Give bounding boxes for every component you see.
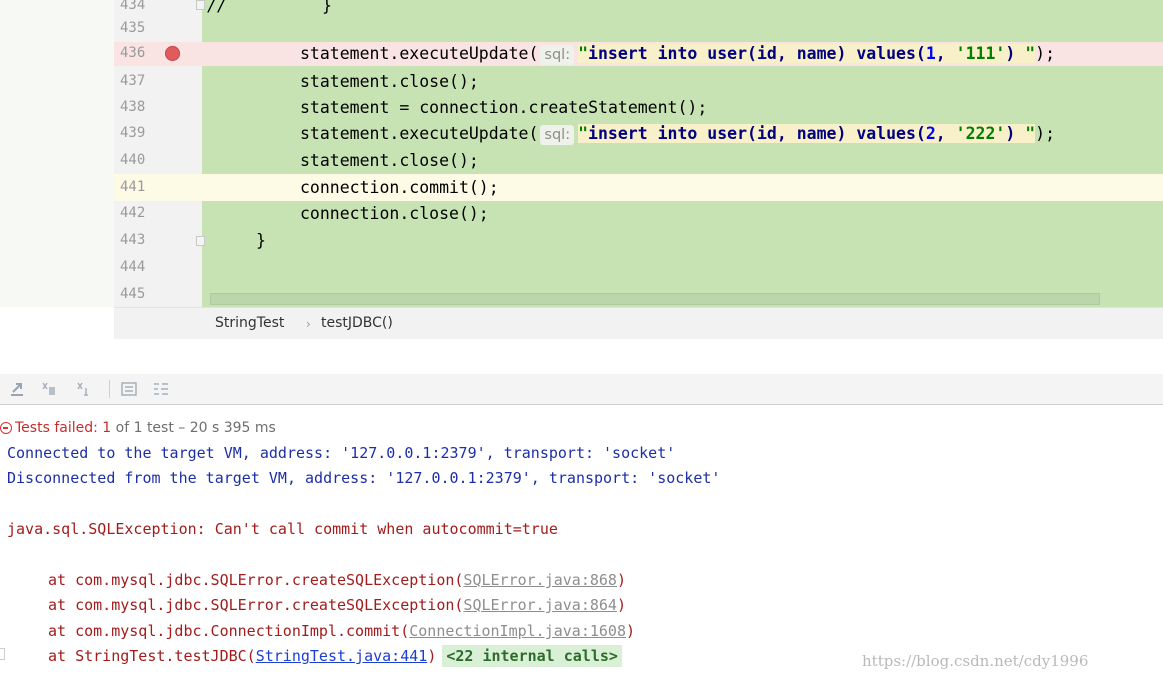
test-runner-toolbar bbox=[0, 374, 1163, 405]
code-text: statement.close(); bbox=[300, 151, 479, 170]
param-hint: sql: bbox=[540, 125, 575, 145]
line-number: 437 bbox=[120, 73, 146, 89]
collapse-icon[interactable] bbox=[152, 380, 170, 398]
breadcrumb-separator: › bbox=[306, 317, 311, 331]
code-text: } bbox=[256, 231, 266, 250]
toolbar-separator bbox=[109, 380, 110, 398]
fold-icon[interactable] bbox=[196, 236, 205, 246]
sort-alpha-icon[interactable] bbox=[40, 380, 58, 398]
test-failed-icon bbox=[0, 422, 12, 434]
line-number: 440 bbox=[120, 152, 146, 168]
current-line-highlight bbox=[114, 174, 1163, 201]
code-line-439[interactable]: 439 statement.executeUpdate(sql: "insert … bbox=[0, 120, 1163, 147]
code-line-441[interactable]: 441 connection.commit(); bbox=[0, 174, 1163, 201]
console-line-exception: java.sql.SQLException: Can't call commit… bbox=[7, 520, 558, 538]
code-line-440[interactable]: 440 statement.close(); bbox=[0, 147, 1163, 174]
line-number: 439 bbox=[120, 125, 146, 141]
panel-gap bbox=[0, 339, 1163, 374]
fold-icon[interactable] bbox=[0, 648, 5, 660]
stack-trace-link[interactable]: SQLError.java:864 bbox=[463, 596, 617, 614]
code-line-437[interactable]: 437 statement.close(); bbox=[0, 68, 1163, 95]
stack-trace-line: at StringTest.testJDBC(StringTest.java:4… bbox=[48, 644, 622, 669]
tests-failed-count: Tests failed: 1 bbox=[15, 420, 112, 436]
code-text: statement.close(); bbox=[300, 72, 479, 91]
code-text: connection.close(); bbox=[300, 204, 489, 223]
line-number: 436 bbox=[120, 45, 146, 61]
stack-trace-link[interactable]: SQLError.java:868 bbox=[463, 571, 617, 589]
breadcrumb-class[interactable]: StringTest bbox=[215, 315, 284, 331]
stack-trace-link[interactable]: ConnectionImpl.java:1608 bbox=[409, 622, 626, 640]
stack-trace-line: at com.mysql.jdbc.ConnectionImpl.commit(… bbox=[48, 622, 636, 640]
code-line-442[interactable]: 442 connection.close(); bbox=[0, 200, 1163, 227]
sort-duration-icon[interactable] bbox=[75, 380, 93, 398]
code-line-438[interactable]: 438 statement = connection.createStateme… bbox=[0, 94, 1163, 121]
stack-trace-line: at com.mysql.jdbc.SQLError.createSQLExce… bbox=[48, 596, 626, 614]
line-number: 435 bbox=[120, 20, 146, 36]
code-text: statement.executeUpdate(sql: "insert into… bbox=[300, 124, 1056, 145]
console-line-disconnected: Disconnected from the target VM, address… bbox=[7, 469, 721, 487]
export-icon[interactable] bbox=[8, 380, 26, 398]
breakpoint-icon[interactable] bbox=[165, 46, 180, 61]
line-number: 444 bbox=[120, 259, 146, 275]
code-text: connection.commit(); bbox=[300, 178, 499, 197]
fold-icon[interactable] bbox=[196, 0, 205, 10]
watermark: https://blog.csdn.net/cdy1996 bbox=[862, 652, 1089, 670]
code-line-444[interactable]: 444 bbox=[0, 254, 1163, 281]
line-number: 443 bbox=[120, 232, 146, 248]
expand-icon[interactable] bbox=[120, 380, 138, 398]
tests-summary: of 1 test – 20 s 395 ms bbox=[111, 420, 276, 436]
code-text: statement = connection.createStatement()… bbox=[300, 98, 708, 117]
line-number: 441 bbox=[120, 179, 146, 195]
line-number: 438 bbox=[120, 99, 146, 115]
line-number: 442 bbox=[120, 205, 146, 221]
line-number: 445 bbox=[120, 286, 146, 302]
code-line-443[interactable]: 443 } bbox=[0, 227, 1163, 254]
stack-trace-link[interactable]: StringTest.java:441 bbox=[256, 647, 428, 665]
code-text: statement.executeUpdate(sql: "insert into… bbox=[300, 44, 1056, 65]
internal-calls-fold[interactable]: <22 internal calls> bbox=[442, 645, 622, 667]
console-line-connected: Connected to the target VM, address: '12… bbox=[7, 444, 676, 462]
stack-trace-line: at com.mysql.jdbc.SQLError.createSQLExce… bbox=[48, 571, 626, 589]
horizontal-scrollbar[interactable] bbox=[210, 293, 1100, 305]
breadcrumb-method[interactable]: testJDBC() bbox=[321, 315, 393, 331]
test-status: Tests failed: 1 of 1 test – 20 s 395 ms bbox=[0, 416, 276, 440]
breadcrumb: StringTest › testJDBC() bbox=[114, 307, 1163, 339]
code-line-435[interactable]: 435 bbox=[0, 15, 1163, 42]
param-hint: sql: bbox=[540, 45, 575, 65]
code-editor[interactable]: 434 // } 435 436 statement.executeUpdate… bbox=[0, 0, 1163, 307]
